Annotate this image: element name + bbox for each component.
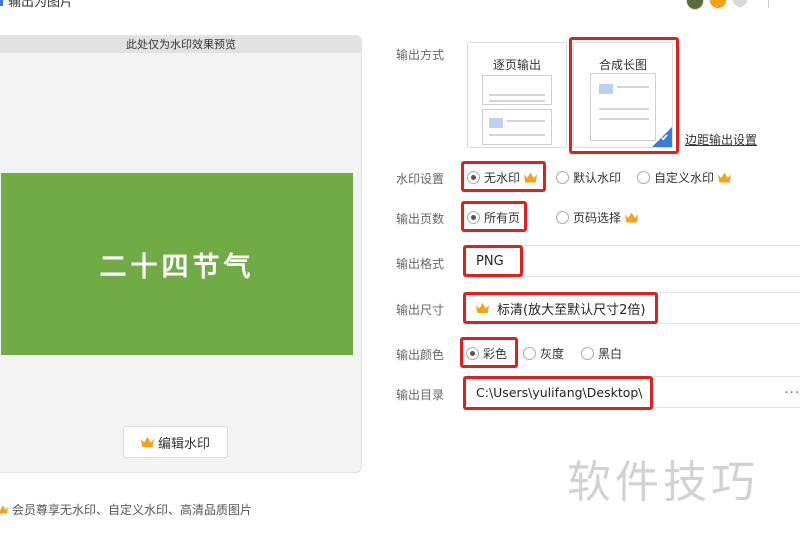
highlight-box <box>463 245 523 277</box>
highlight-box <box>569 37 679 154</box>
crown-icon <box>140 437 154 447</box>
radio-label: 默认水印 <box>573 171 622 185</box>
premium-tip: 会员尊享无水印、自定义水印、高清品质图片 <box>0 501 252 518</box>
radio-label: 黑白 <box>598 347 623 361</box>
crown-icon <box>718 172 732 183</box>
preview-header: 此处仅为水印效果预览 <box>0 36 361 53</box>
premium-tip-text: 会员尊享无水印、自定义水印、高清品质图片 <box>12 503 253 517</box>
edit-watermark-label: 编辑水印 <box>157 436 210 452</box>
radio-label: 灰度 <box>540 347 565 361</box>
size-label: 输出尺寸 <box>396 303 445 317</box>
radio-label: 自定义水印 <box>654 171 715 185</box>
radio-grayscale[interactable]: 灰度 <box>523 345 564 362</box>
radio-unchecked <box>556 211 569 224</box>
title-divider <box>768 0 769 8</box>
radio-label: 页码选择 <box>573 211 622 225</box>
crown-icon <box>625 212 639 223</box>
highlight-box <box>461 201 527 232</box>
title-bar: 输出为图片 <box>0 0 800 14</box>
radio-page-select[interactable]: 页码选择 <box>556 209 639 226</box>
mode-card-per-page[interactable]: 逐页输出 <box>467 42 567 148</box>
radio-custom-watermark[interactable]: 自定义水印 <box>637 169 732 186</box>
browse-more-button[interactable]: ··· <box>784 385 800 401</box>
title-accent <box>0 0 3 6</box>
format-label: 输出格式 <box>396 257 445 271</box>
page-thumbnail <box>482 109 552 145</box>
output-mode-label: 输出方式 <box>396 48 445 62</box>
edit-watermark-button[interactable]: 编辑水印 <box>123 426 228 458</box>
color-label: 输出颜色 <box>396 348 445 362</box>
highlight-box <box>463 376 653 410</box>
site-watermark: 软件技巧 <box>567 457 759 508</box>
radio-unchecked <box>581 347 594 360</box>
radio-black-white[interactable]: 黑白 <box>581 345 622 362</box>
vip-badge-icon[interactable] <box>710 0 726 8</box>
radio-unchecked <box>523 347 536 360</box>
directory-label: 输出目录 <box>396 388 445 402</box>
pages-label: 输出页数 <box>396 212 445 226</box>
margin-settings-link[interactable]: 边距输出设置 <box>685 131 757 148</box>
preview-title: 二十四节气 <box>99 251 255 283</box>
radio-default-watermark[interactable]: 默认水印 <box>556 169 621 186</box>
radio-unchecked <box>556 171 569 184</box>
crown-icon <box>0 505 8 514</box>
highlight-box <box>461 161 546 192</box>
highlight-box <box>463 292 658 324</box>
preview-canvas: 二十四节气 <box>1 173 353 355</box>
avatar[interactable] <box>686 0 704 10</box>
page-thumbnail <box>482 75 552 105</box>
watermark-preview-panel: 此处仅为水印效果预览 二十四节气 编辑水印 <box>0 35 362 473</box>
mode-label-per-page: 逐页输出 <box>492 58 541 72</box>
window-title: 输出为图片 <box>8 0 74 10</box>
highlight-box <box>460 337 518 368</box>
watermark-label: 水印设置 <box>396 172 445 186</box>
radio-unchecked <box>637 171 650 184</box>
shield-icon[interactable] <box>732 0 748 8</box>
